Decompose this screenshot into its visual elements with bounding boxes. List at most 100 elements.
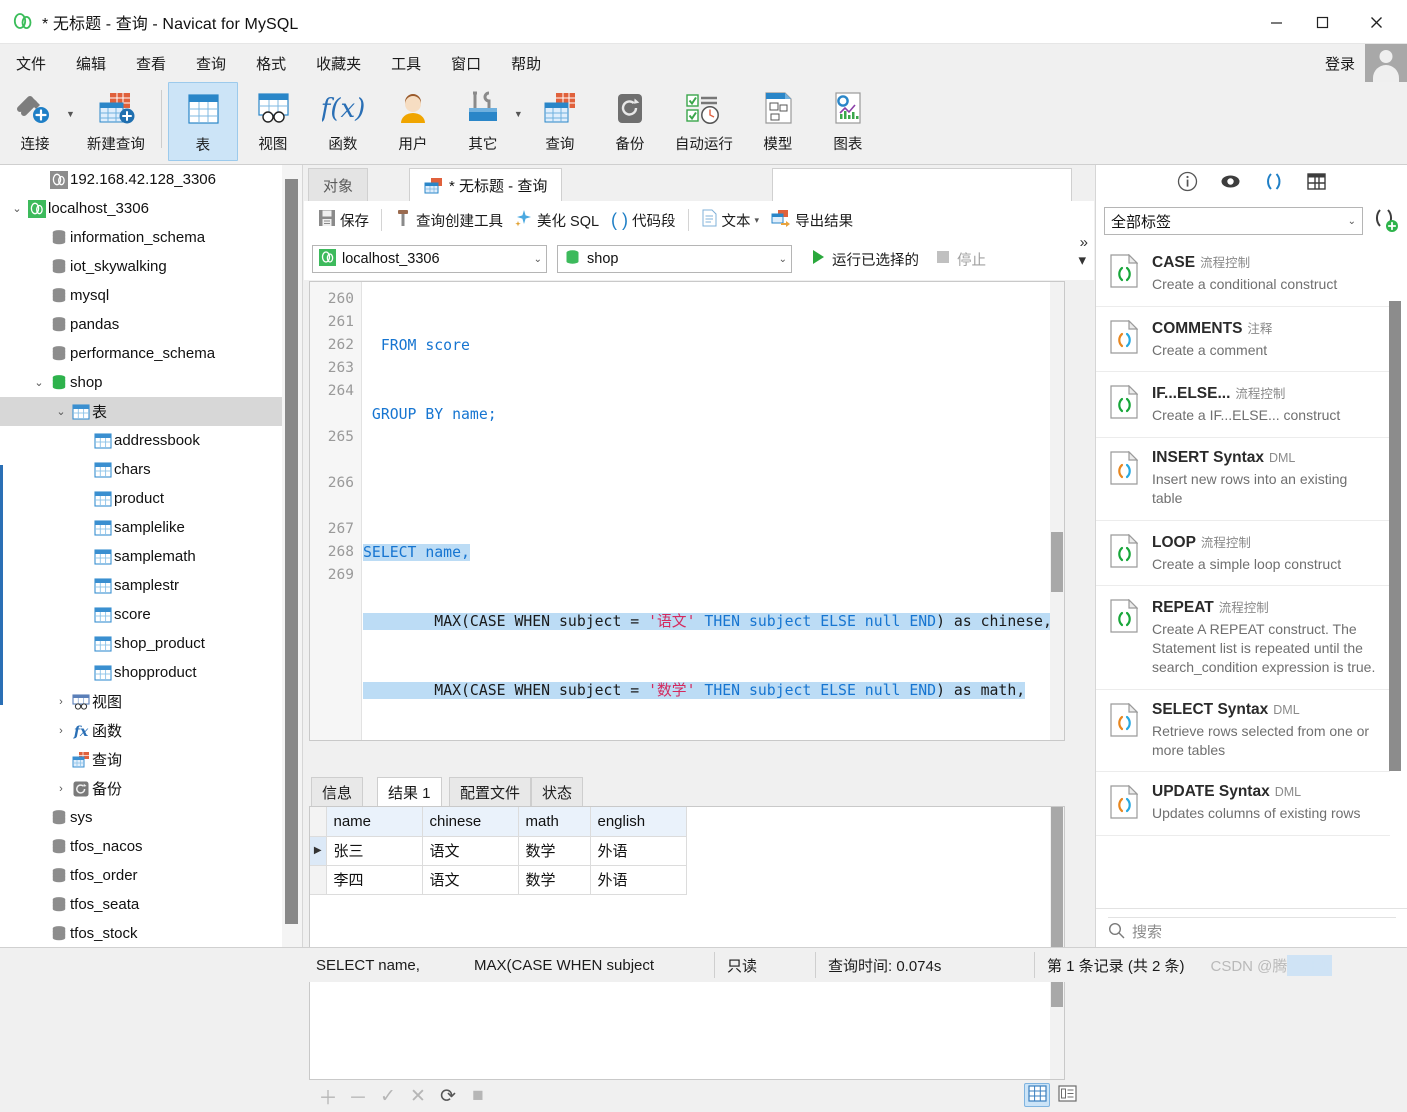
refresh-button[interactable]: ⟳ [437,1085,459,1108]
apply-change-button[interactable]: ✓ [377,1085,399,1108]
tree-item-tfos_stock[interactable]: tfos_stock [0,919,302,948]
menu-view[interactable]: 查看 [122,49,180,78]
tree-item-chars[interactable]: chars [0,455,302,484]
tree-item--[interactable]: › fx 函数 [0,716,302,745]
login-link[interactable]: 登录 [1325,53,1355,74]
sql-code[interactable]: FROM score GROUP BY name; SELECT name, M… [363,288,1063,740]
object-tree[interactable]: 192.168.42.128_3306 ⌄ localhost_3306 inform… [0,165,302,948]
menu-tools[interactable]: 工具 [377,49,435,78]
tree-item-information_schema[interactable]: information_schema [0,223,302,252]
table-cell[interactable]: 语文 [422,865,519,895]
table-cell[interactable]: 数学 [518,836,591,866]
toolbar-overflow-caret-icon[interactable]: ▾ [1078,253,1086,268]
tree-item-shop_product[interactable]: shop_product [0,629,302,658]
snippet-item[interactable]: SELECT Syntax DML Retrieve rows selected f… [1096,690,1390,773]
info-icon[interactable] [1177,171,1198,195]
snippet-scrollbar-thumb[interactable] [1389,301,1401,771]
tree-item-192-168-42-128_3306[interactable]: 192.168.42.128_3306 [0,165,302,194]
connection-dropdown-caret-icon[interactable]: ▼ [66,109,75,119]
result-tab-result1[interactable]: 结果 1 [377,777,442,807]
maximize-button[interactable] [1299,0,1345,44]
tag-filter-select[interactable]: 全部标签 ⌄ [1104,207,1363,235]
add-snippet-button[interactable] [1371,207,1399,236]
stop-grid-button[interactable]: ■ [467,1085,489,1107]
snippet-item[interactable]: IF...ELSE... 流程控制 Create a IF...ELSE... co… [1096,372,1390,439]
snippet-item[interactable]: CASE 流程控制 Create a conditional construct [1096,241,1390,307]
editor-scrollbar-thumb[interactable] [1051,532,1063,592]
tree-item-sys[interactable]: sys [0,803,302,832]
menu-edit[interactable]: 编辑 [62,49,120,78]
column-header-math[interactable]: math [518,807,591,837]
chevron-down-icon-2[interactable]: ⌄ [769,254,787,265]
tree-scrollbar[interactable] [282,165,302,954]
column-header-chinese[interactable]: chinese [422,807,519,837]
tree-item-score[interactable]: score [0,600,302,629]
tree-item--[interactable]: 查询 [0,745,302,774]
text-button[interactable]: 文本 ▾ [695,207,766,233]
tree-item--[interactable]: › 备份 [0,774,302,803]
result-tab-profile[interactable]: 配置文件 [449,777,532,807]
grid-view-toggle[interactable] [1024,1083,1050,1107]
delete-record-button[interactable]: － [347,1083,369,1110]
minimize-button[interactable] [1253,0,1299,44]
chevron-down-icon[interactable]: ⌄ [524,254,542,265]
tree-item-shopproduct[interactable]: shopproduct [0,658,302,687]
structure-icon[interactable] [1306,171,1327,195]
avatar[interactable] [1365,44,1407,82]
result-tab-status[interactable]: 状态 [531,777,584,807]
table-cell[interactable]: 数学 [518,865,591,895]
text-dropdown-caret-icon[interactable]: ▾ [755,215,760,226]
snippet-icon[interactable] [1263,171,1284,195]
code-snippet-button[interactable]: ( ) 代码段 [605,208,682,233]
toolbar-table[interactable]: 表 [167,82,238,161]
menu-format[interactable]: 格式 [242,49,300,78]
result-grid[interactable]: name chinese math english ▶ 张三 语文 数学 外语 李四 语文 数学 外语 [309,806,1065,1080]
table-cell[interactable]: 外语 [590,865,687,895]
tree-item-samplelike[interactable]: samplelike [0,513,302,542]
tree-scrollbar-thumb[interactable] [285,179,298,924]
toolbar-others[interactable]: 其它 [448,82,518,161]
others-dropdown-caret-icon[interactable]: ▼ [514,109,523,119]
chevron-right-icon[interactable]: › [52,783,70,795]
snippet-list[interactable]: CASE 流程控制 Create a conditional construct CO… [1096,241,1390,908]
eye-icon[interactable] [1220,171,1241,195]
row-header-cell[interactable] [310,865,327,895]
tree-item-tfos_seata[interactable]: tfos_seata [0,890,302,919]
tree-item-addressbook[interactable]: addressbook [0,426,302,455]
toolbar-overflow-icon[interactable]: » [1080,235,1088,250]
query-builder-button[interactable]: 查询创建工具 [388,207,509,233]
menu-help[interactable]: 帮助 [497,49,555,78]
close-button[interactable] [1345,0,1407,44]
tab-objects[interactable]: 对象 [308,168,369,202]
tree-item-tfos_nacos[interactable]: tfos_nacos [0,832,302,861]
chevron-down-icon-3[interactable]: ⌄ [1348,216,1356,227]
menu-window[interactable]: 窗口 [437,49,495,78]
grid-scrollbar-vertical[interactable] [1050,807,1064,1079]
column-header-name[interactable]: name [326,807,423,837]
tree-item-localhost_3306[interactable]: ⌄ localhost_3306 [0,194,302,223]
current-row-indicator-icon[interactable]: ▶ [310,836,327,866]
snippet-scrollbar[interactable] [1389,241,1401,908]
toolbar-backup[interactable]: 备份 [595,82,665,161]
toolbar-new-query[interactable]: 新建查询 [77,82,155,161]
chevron-down-icon[interactable]: ⌄ [30,376,48,389]
tree-item--[interactable]: ⌄ 表 [0,397,302,426]
run-selected-button[interactable]: 运行已选择的 [806,246,924,273]
connection-select[interactable]: localhost_3306 ⌄ [312,245,547,273]
tree-item-performance_schema[interactable]: performance_schema [0,339,302,368]
toolbar-user[interactable]: 用户 [378,82,448,161]
menu-file[interactable]: 文件 [2,49,60,78]
sql-editor[interactable]: 260 261 262 263 264 265 266 267 268 269 … [309,281,1065,741]
database-select[interactable]: shop ⌄ [557,245,792,273]
menu-favorites[interactable]: 收藏夹 [302,49,375,78]
tree-item-pandas[interactable]: pandas [0,310,302,339]
menu-query[interactable]: 查询 [182,49,240,78]
toolbar-query[interactable]: 查询 [525,82,595,161]
snippet-item[interactable]: UPDATE Syntax DML Updates columns of exist… [1096,772,1390,837]
tree-item-samplestr[interactable]: samplestr [0,571,302,600]
toolbar-chart[interactable]: 图表 [813,82,883,161]
chevron-right-icon[interactable]: › [52,725,70,737]
beautify-sql-button[interactable]: 美化 SQL [509,207,605,233]
table-cell[interactable]: 语文 [422,836,519,866]
result-table[interactable]: name chinese math english ▶ 张三 语文 数学 外语 李四 语文 数学 外语 [310,807,687,895]
